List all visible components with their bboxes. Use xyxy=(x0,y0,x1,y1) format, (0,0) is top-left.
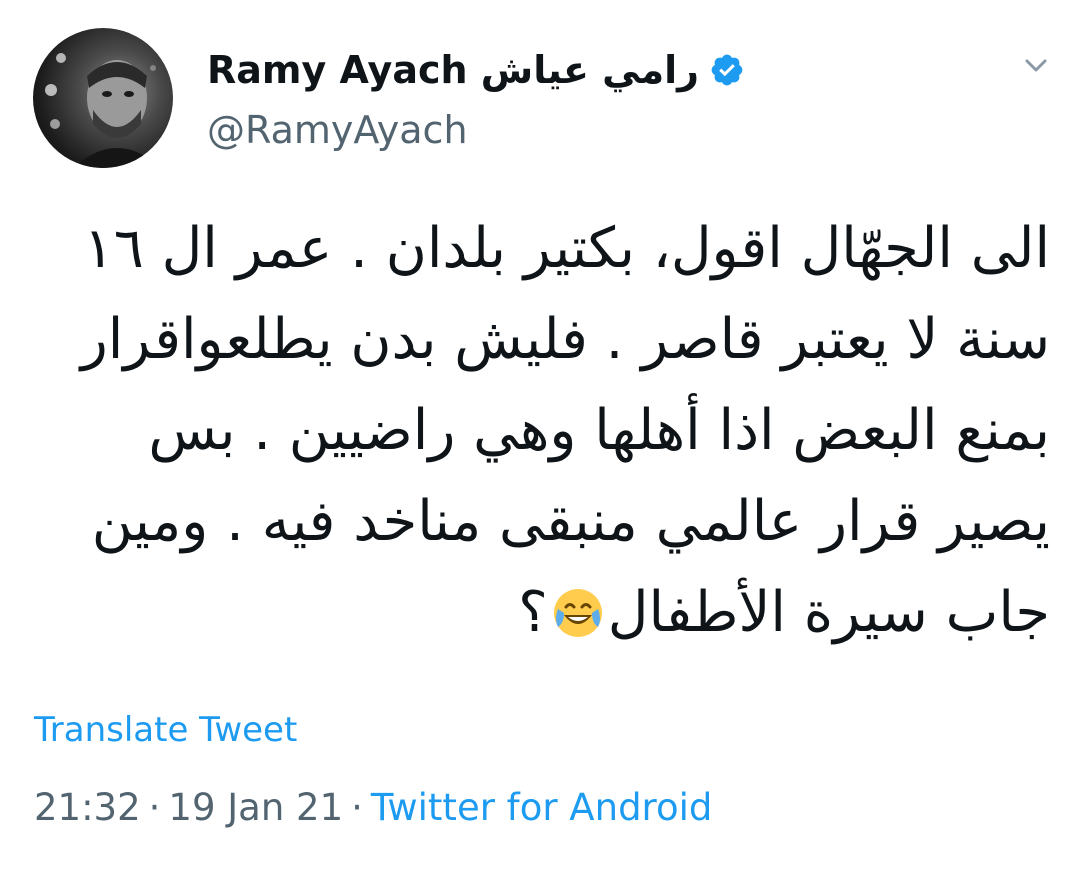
chevron-down-icon[interactable] xyxy=(1018,50,1054,80)
tweet-line: بمنع البعض اذا أهلها وهي راضيين . بس xyxy=(148,398,1050,463)
tweet-line: جاب سيرة الأطفال xyxy=(607,580,1050,645)
tweet-line: يصير قرار عالمي منبقى مناخد فيه . ومين xyxy=(91,489,1050,554)
tweet-date[interactable]: 19 Jan 21 xyxy=(168,786,343,829)
avatar[interactable] xyxy=(33,28,173,168)
tweet-source-link[interactable]: Twitter for Android xyxy=(371,786,712,829)
question-mark: ؟ xyxy=(518,580,548,645)
author-handle[interactable]: @RamyAyach xyxy=(207,108,468,152)
tweet-metadata: 21:32 · 19 Jan 21 · Twitter for Android xyxy=(34,786,712,829)
author-name-row[interactable]: Ramy Ayach رامي عياش xyxy=(207,42,745,98)
separator: · xyxy=(148,786,161,829)
tweet-line: الى الجهّال اقول، بكتير بلدان . عمر ال ١… xyxy=(83,216,1050,281)
translate-tweet-link[interactable]: Translate Tweet xyxy=(34,710,297,750)
tweet-card: Ramy Ayach رامي عياش @RamyAyach الى الجه… xyxy=(0,0,1078,871)
tweet-time[interactable]: 21:32 xyxy=(34,786,141,829)
tweet-line-last: جاب سيرة الأطفال ؟ xyxy=(30,567,1050,658)
separator: · xyxy=(351,786,363,829)
avatar-photo xyxy=(45,53,161,168)
verified-badge-icon xyxy=(709,52,745,88)
tweet-text: الى الجهّال اقول، بكتير بلدان . عمر ال ١… xyxy=(30,203,1050,658)
face-with-tears-of-joy-icon xyxy=(552,575,604,637)
display-name[interactable]: Ramy Ayach رامي عياش xyxy=(207,48,699,92)
tweet-line: سنة لا يعتبر قاصر . فليش بدن يطلعواقرار xyxy=(80,307,1050,372)
